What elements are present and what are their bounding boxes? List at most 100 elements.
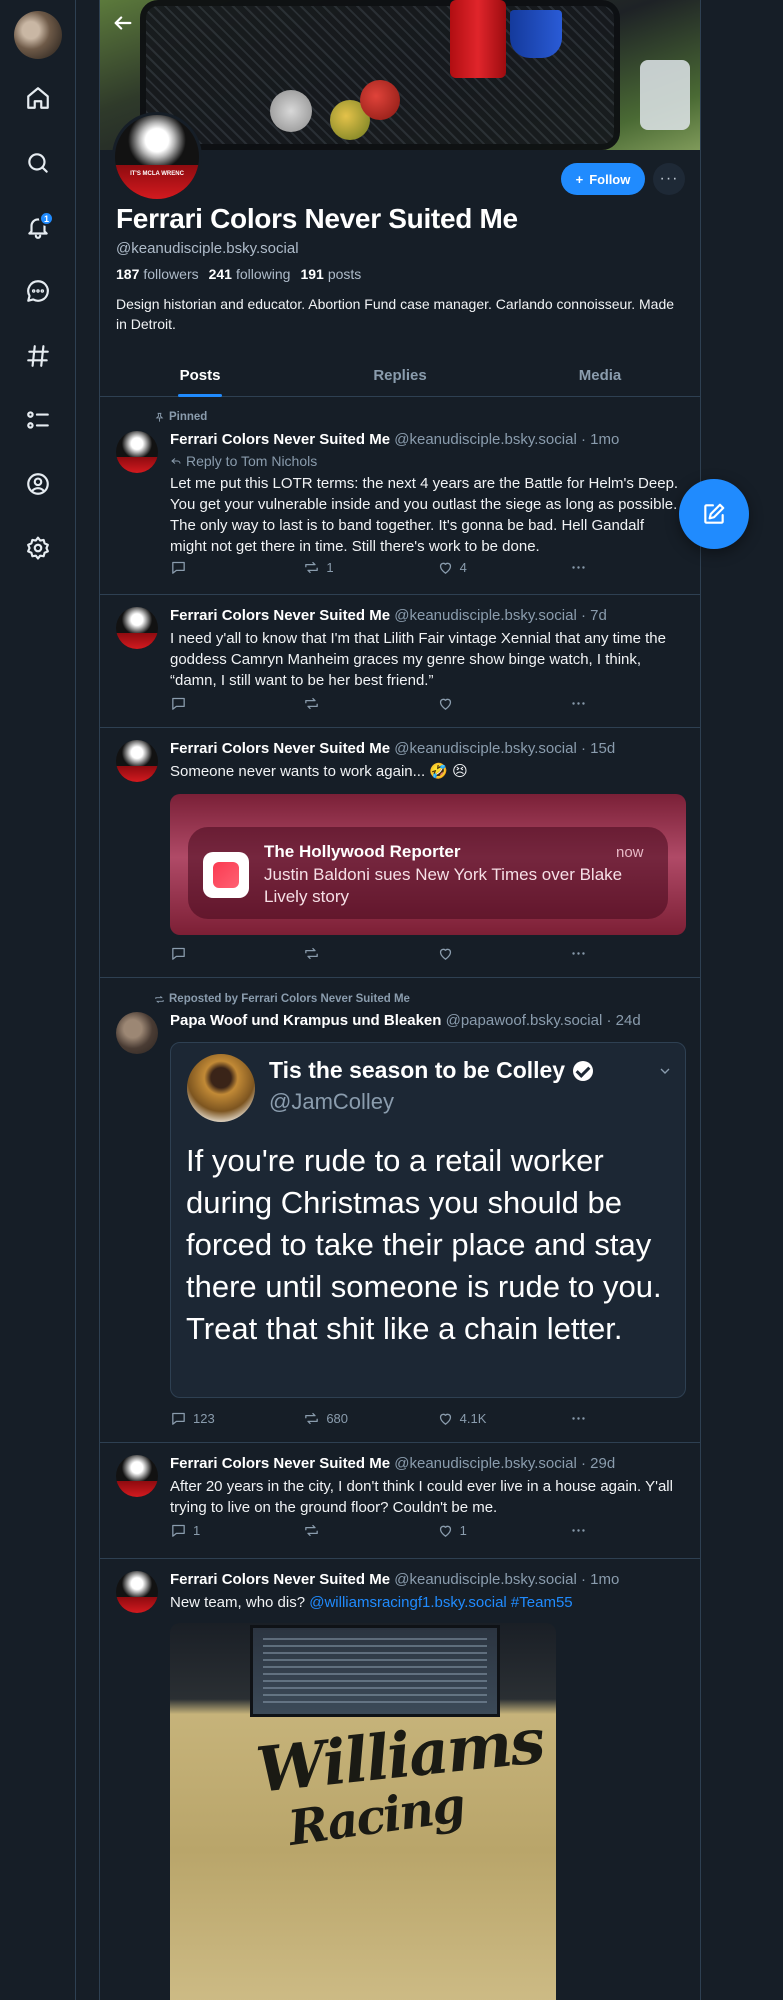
post-text: New team, who dis? @williamsracingf1.bsk…	[170, 1594, 573, 1611]
post-author-handle[interactable]: @keanudisciple.bsky.social	[394, 1455, 577, 1472]
reply-button[interactable]	[170, 559, 270, 576]
profile-avatar[interactable]: IT'S MCLA WRENC	[112, 112, 202, 202]
notifications-icon[interactable]: 1	[20, 209, 56, 245]
current-user-avatar[interactable]	[14, 11, 62, 59]
post-time[interactable]: · 15d	[581, 740, 615, 757]
feed-post[interactable]: Pinned Ferrari Colors Never Suited Me @k…	[100, 397, 700, 595]
like-button[interactable]: 1	[437, 1522, 537, 1539]
post-header: Ferrari Colors Never Suited Me @keanudis…	[170, 607, 607, 624]
settings-icon[interactable]	[20, 530, 56, 566]
post-time[interactable]: · 24d	[606, 1012, 640, 1029]
repost-button[interactable]	[303, 945, 403, 962]
heart-icon	[439, 1413, 451, 1425]
following-stat[interactable]: 241 following	[209, 266, 291, 282]
search-icon[interactable]	[20, 145, 56, 181]
lists-icon[interactable]	[20, 402, 56, 438]
notifications-badge: 1	[39, 211, 54, 226]
post-author-handle[interactable]: @keanudisciple.bsky.social	[394, 740, 577, 757]
news-screenshot-embed[interactable]: The Hollywood Reporter now Justin Baldon…	[170, 794, 686, 935]
reply-button[interactable]	[170, 695, 270, 712]
posts-stat: 191 posts	[300, 266, 362, 282]
like-button[interactable]	[437, 945, 537, 962]
chat-icon[interactable]	[20, 273, 56, 309]
follow-label: Follow	[589, 171, 631, 187]
post-text: I need y'all to know that I'm that Lilit…	[170, 630, 666, 689]
post-author-handle[interactable]: @keanudisciple.bsky.social	[394, 607, 577, 624]
post-actions	[170, 695, 600, 712]
post-author-handle[interactable]: @keanudisciple.bsky.social	[394, 1571, 577, 1588]
post-time[interactable]: · 7d	[581, 607, 607, 624]
post-time[interactable]: · 1mo	[581, 1571, 619, 1588]
post-more-button[interactable]	[570, 559, 600, 576]
home-icon[interactable]	[20, 80, 56, 116]
post-time[interactable]: · 1mo	[581, 431, 619, 448]
tab-media[interactable]: Media	[500, 355, 700, 396]
repost-button[interactable]	[303, 695, 403, 712]
post-author-avatar[interactable]	[116, 1012, 158, 1054]
post-author-name[interactable]: Ferrari Colors Never Suited Me	[170, 1455, 390, 1472]
follow-button[interactable]: + Follow	[561, 163, 645, 195]
pinned-indicator: Pinned	[154, 411, 207, 423]
tweet-screenshot-embed[interactable]: Tis the season to be Colley @JamColley I…	[170, 1042, 686, 1398]
post-author-name[interactable]: Ferrari Colors Never Suited Me	[170, 607, 390, 624]
repost-button[interactable]: 680	[303, 1410, 403, 1427]
post-author-name[interactable]: Ferrari Colors Never Suited Me	[170, 740, 390, 757]
reply-context[interactable]: Reply to Tom Nichols	[170, 453, 317, 469]
post-author-handle[interactable]: @keanudisciple.bsky.social	[394, 431, 577, 448]
compose-post-button[interactable]	[679, 479, 749, 549]
like-button[interactable]	[437, 695, 537, 712]
repost-indicator[interactable]: Reposted by Ferrari Colors Never Suited …	[154, 993, 410, 1005]
post-author-avatar[interactable]	[116, 431, 158, 473]
news-source: The Hollywood Reporter	[264, 842, 461, 861]
post-image[interactable]: Williams Racing	[170, 1623, 556, 2000]
post-header: Ferrari Colors Never Suited Me @keanudis…	[170, 740, 615, 757]
tab-replies[interactable]: Replies	[300, 355, 500, 396]
repost-button[interactable]	[303, 1522, 403, 1539]
like-button[interactable]: 4.1K	[437, 1410, 537, 1427]
feed-post[interactable]: Ferrari Colors Never Suited Me @keanudis…	[100, 728, 700, 978]
feed-post[interactable]: Reposted by Ferrari Colors Never Suited …	[100, 978, 700, 1443]
post-author-handle[interactable]: @papawoof.bsky.social	[446, 1012, 603, 1029]
repost-icon	[305, 1524, 319, 1537]
followers-stat[interactable]: 187 followers	[116, 266, 199, 282]
left-nav-rail: 1	[0, 0, 76, 2000]
ellipsis-icon	[572, 566, 585, 569]
post-more-button[interactable]	[570, 695, 600, 712]
profile-more-button[interactable]: ···	[653, 163, 685, 195]
post-header: Ferrari Colors Never Suited Me @keanudis…	[170, 1455, 615, 1472]
compose-icon	[704, 503, 725, 524]
post-author-name[interactable]: Papa Woof und Krampus und Bleaken	[170, 1012, 441, 1029]
post-author-avatar[interactable]	[116, 740, 158, 782]
post-author-name[interactable]: Ferrari Colors Never Suited Me	[170, 431, 390, 448]
back-arrow-icon[interactable]	[108, 8, 138, 38]
profile-display-name: Ferrari Colors Never Suited Me	[116, 203, 518, 234]
post-more-button[interactable]	[570, 945, 600, 962]
feed-post[interactable]: Ferrari Colors Never Suited Me @keanudis…	[100, 595, 700, 728]
repost-button[interactable]: 1	[303, 559, 403, 576]
ellipsis-icon	[572, 702, 585, 705]
reply-icon	[172, 947, 185, 960]
post-author-avatar[interactable]	[116, 1571, 158, 1613]
mention-link[interactable]: @williamsracingf1.bsky.social	[309, 1594, 507, 1611]
hashtag-link[interactable]: #Team55	[511, 1594, 573, 1611]
reply-icon	[172, 1412, 185, 1425]
post-author-name[interactable]: Ferrari Colors Never Suited Me	[170, 1571, 390, 1588]
profile-icon[interactable]	[20, 466, 56, 502]
post-author-avatar[interactable]	[116, 1455, 158, 1497]
tab-posts[interactable]: Posts	[100, 355, 300, 396]
reply-button[interactable]	[170, 945, 270, 962]
feed-post[interactable]: Ferrari Colors Never Suited Me @keanudis…	[100, 1443, 700, 1559]
reply-button[interactable]: 1	[170, 1522, 270, 1539]
post-more-button[interactable]	[570, 1410, 600, 1427]
repost-icon	[305, 561, 319, 574]
post-author-avatar[interactable]	[116, 607, 158, 649]
post-actions: 1 4	[170, 559, 600, 576]
feed-post[interactable]: Ferrari Colors Never Suited Me @keanudis…	[100, 1559, 700, 2000]
chevron-down-icon	[657, 1063, 673, 1079]
hashtag-icon[interactable]	[20, 338, 56, 374]
post-time[interactable]: · 29d	[581, 1455, 615, 1472]
like-button[interactable]: 4	[437, 559, 537, 576]
reply-button[interactable]: 123	[170, 1410, 270, 1427]
post-more-button[interactable]	[570, 1522, 600, 1539]
ellipsis-icon	[572, 952, 585, 955]
